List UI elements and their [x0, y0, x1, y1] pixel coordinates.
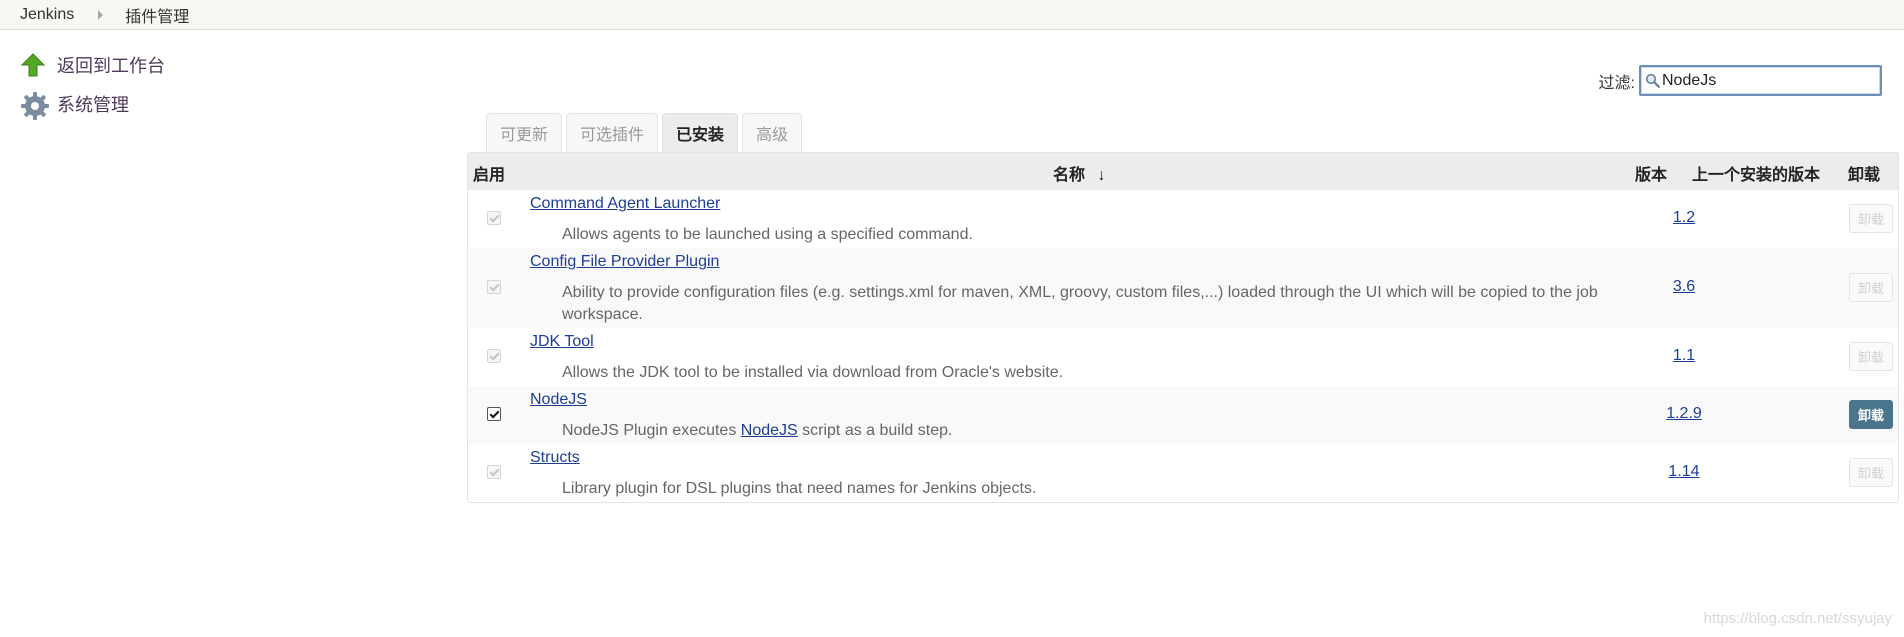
enable-checkbox[interactable]	[487, 407, 501, 421]
table-row: Command Agent Launcher Allows agents to …	[468, 190, 1898, 248]
tab-advanced[interactable]: 高级	[742, 113, 803, 152]
plugin-version-link[interactable]: 3.6	[1644, 278, 1724, 296]
uninstall-button[interactable]: 卸载	[1849, 342, 1893, 371]
tab-installed[interactable]: 已安装	[662, 113, 739, 152]
breadcrumb: Jenkins 插件管理	[0, 0, 1904, 30]
plugin-name-link[interactable]: Command Agent Launcher	[530, 195, 720, 213]
breadcrumb-plugin-manager[interactable]: 插件管理	[125, 3, 189, 27]
header-version[interactable]: 版本	[1635, 161, 1667, 185]
plugin-name-link[interactable]: Structs	[530, 449, 580, 467]
plugin-version-link[interactable]: 1.14	[1644, 463, 1724, 481]
plugin-description: NodeJS Plugin executes NodeJS script as …	[562, 420, 1622, 442]
enable-checkbox[interactable]	[487, 465, 501, 479]
uninstall-button[interactable]: 卸载	[1849, 273, 1893, 302]
watermark: https://blog.csdn.net/ssyujay	[1703, 610, 1892, 627]
description-text: NodeJS Plugin executes	[562, 422, 741, 439]
enable-checkbox[interactable]	[487, 211, 501, 225]
header-name-label: 名称	[1053, 167, 1086, 184]
plugin-description: Allows agents to be launched using a spe…	[562, 226, 973, 243]
header-previous-version[interactable]: 上一个安装的版本	[1692, 161, 1820, 185]
side-task-manage-jenkins[interactable]: 系统管理	[20, 91, 129, 120]
plugin-description: Allows the JDK tool to be installed via …	[562, 364, 1064, 381]
table-header: 启用 名称 ↓ 版本 上一个安装的版本 卸载	[468, 153, 1898, 190]
search-icon	[1645, 73, 1660, 88]
plugin-name-link[interactable]: Config File Provider Plugin	[530, 253, 719, 271]
sort-arrow-icon: ↓	[1097, 167, 1106, 184]
uninstall-button[interactable]: 卸载	[1849, 204, 1893, 233]
breadcrumb-separator-icon	[98, 9, 104, 20]
gear-icon	[20, 91, 49, 120]
plugin-version-link[interactable]: 1.2.9	[1644, 405, 1724, 423]
uninstall-button[interactable]: 卸载	[1849, 400, 1893, 429]
table-row: NodeJS NodeJS Plugin executes NodeJS scr…	[468, 386, 1898, 444]
plugin-description: Library plugin for DSL plugins that need…	[562, 480, 1037, 497]
header-name[interactable]: 名称 ↓	[1053, 161, 1105, 185]
header-enabled[interactable]: 启用	[473, 161, 505, 185]
table-row: Structs Library plugin for DSL plugins t…	[468, 444, 1898, 502]
nodejs-site-link[interactable]: NodeJS	[741, 422, 798, 439]
installed-plugins-table: 启用 名称 ↓ 版本 上一个安装的版本 卸载 Command Agent Lau…	[467, 152, 1899, 503]
filter: 过滤:	[1599, 65, 1882, 96]
filter-label: 过滤:	[1598, 74, 1635, 92]
up-arrow-icon	[20, 52, 46, 78]
enable-checkbox[interactable]	[487, 349, 501, 363]
table-row: Config File Provider Plugin Ability to p…	[468, 248, 1898, 328]
breadcrumb-jenkins[interactable]: Jenkins	[20, 6, 74, 24]
description-text: script as a build step.	[797, 422, 953, 439]
header-uninstall[interactable]: 卸载	[1848, 161, 1880, 185]
filter-input[interactable]	[1660, 68, 1870, 93]
plugin-description: Ability to provide configuration files (…	[562, 284, 1598, 323]
plugin-name-link[interactable]: NodeJS	[530, 391, 587, 409]
uninstall-button[interactable]: 卸载	[1849, 458, 1893, 487]
side-task-label[interactable]: 系统管理	[57, 91, 129, 117]
side-task-back-to-dashboard[interactable]: 返回到工作台	[20, 52, 165, 78]
plugin-name-link[interactable]: JDK Tool	[530, 333, 594, 351]
tab-updates[interactable]: 可更新	[486, 113, 563, 152]
plugin-version-link[interactable]: 1.1	[1644, 347, 1724, 365]
plugin-version-link[interactable]: 1.2	[1644, 209, 1724, 227]
side-task-label[interactable]: 返回到工作台	[57, 52, 165, 78]
tab-bar: 可更新 可选插件 已安装 高级	[486, 113, 806, 152]
enable-checkbox[interactable]	[487, 280, 501, 294]
table-row: JDK Tool Allows the JDK tool to be insta…	[468, 328, 1898, 386]
tab-available[interactable]: 可选插件	[566, 113, 659, 152]
filter-box[interactable]	[1639, 65, 1882, 96]
